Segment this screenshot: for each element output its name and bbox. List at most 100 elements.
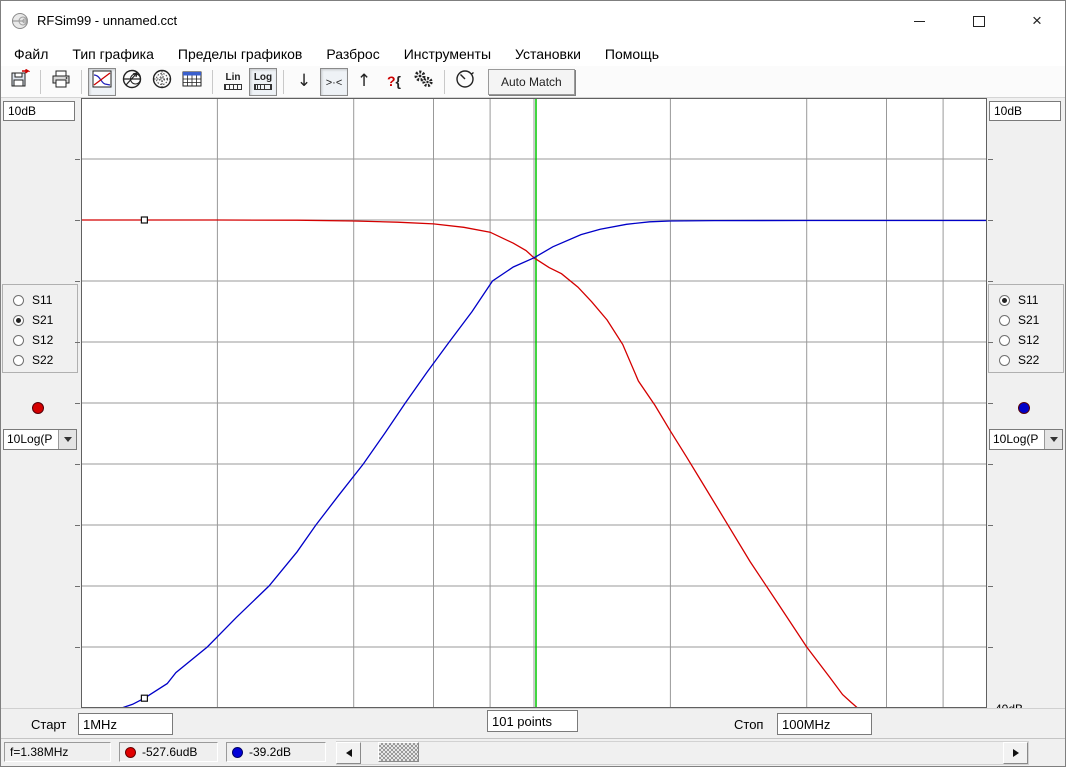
right-scale-input[interactable]: 10dB <box>989 101 1061 121</box>
table-icon <box>181 69 203 94</box>
menu-item-spread[interactable]: Разброс <box>317 43 388 65</box>
close-button[interactable]: × <box>1017 7 1057 35</box>
right-radio-s22[interactable]: S22 <box>989 350 1063 370</box>
spread-icon: >·< <box>326 73 343 91</box>
radio-icon <box>999 335 1010 346</box>
toolbar-separator <box>40 70 41 94</box>
plot-svg <box>81 98 987 708</box>
app-icon <box>11 12 29 30</box>
auto-match-button[interactable]: Auto Match <box>488 69 575 95</box>
query-values-button[interactable]: ?{ <box>380 68 408 96</box>
red-readout-value: -527.6udB <box>142 745 197 759</box>
right-axis-tick <box>988 464 993 465</box>
frequency-scrollbar-track[interactable] <box>336 741 1029 765</box>
right-radio-s11[interactable]: S11 <box>989 290 1063 310</box>
red-dot-icon <box>125 747 136 758</box>
toolbar-separator <box>212 70 213 94</box>
right-radio-s12[interactable]: S12 <box>989 330 1063 350</box>
log-scale-button-label: Log <box>254 73 272 83</box>
maximize-button[interactable] <box>959 7 999 35</box>
frequency-scrollbar-thumb[interactable] <box>378 742 419 762</box>
right-axis-tick <box>988 586 993 587</box>
left-radio-s12[interactable]: S12 <box>3 330 77 350</box>
radio-icon <box>999 315 1010 326</box>
left-radio-s22[interactable]: S22 <box>3 350 77 370</box>
start-frequency-input[interactable]: 1MHz <box>78 713 173 735</box>
radio-label: S21 <box>1018 313 1039 327</box>
menu-item-graph-type[interactable]: Тип графика <box>63 43 162 65</box>
app-window: RFSim99 - unnamed.cct × ФайлТип графикаП… <box>0 0 1066 767</box>
toolbar-separator <box>444 70 445 94</box>
left-axis-tick <box>75 159 80 160</box>
table-view-button[interactable] <box>178 68 206 96</box>
radio-label: S11 <box>32 293 52 307</box>
chevron-down-icon <box>1050 437 1058 442</box>
blue-dot-icon <box>232 747 243 758</box>
arrow-down-icon: ↓ <box>297 73 311 91</box>
left-radio-s21[interactable]: S21 <box>3 310 77 330</box>
stop-frequency-input[interactable]: 100MHz <box>777 713 872 735</box>
right-format-combo[interactable]: 10Log(P <box>989 429 1063 450</box>
plot-area[interactable] <box>81 98 987 708</box>
right-arrow-icon <box>1013 749 1019 757</box>
stop-label: Стоп <box>734 717 763 732</box>
right-format-dropdown-button[interactable] <box>1044 430 1062 449</box>
left-axis-tick <box>75 281 80 282</box>
left-format-dropdown-button[interactable] <box>58 430 76 449</box>
polar-chart-icon <box>151 68 173 95</box>
save-icon <box>10 69 30 94</box>
print-icon <box>51 69 71 94</box>
left-scale-input[interactable]: 10dB <box>3 101 75 121</box>
polar-chart-button[interactable] <box>148 68 176 96</box>
menu-item-help[interactable]: Помощь <box>596 43 668 65</box>
blue-readout-value: -39.2dB <box>249 745 291 759</box>
left-axis-tick <box>75 342 80 343</box>
menu-item-graph-limits[interactable]: Пределы графиков <box>169 43 311 65</box>
scroll-right-button[interactable] <box>1003 742 1028 764</box>
left-format-combo[interactable]: 10Log(P <box>3 429 77 450</box>
smith-chart-button[interactable] <box>118 68 146 96</box>
left-axis-tick <box>75 220 80 221</box>
left-axis-panel: 10dB S11 S21 S12S22 10Log(P <box>1 98 81 708</box>
left-axis-tick <box>75 586 80 587</box>
left-trace-color-dot <box>32 402 44 414</box>
status-bar: f=1.38MHz -527.6udB -39.2dB <box>1 738 1065 765</box>
toolbar-separator <box>81 70 82 94</box>
toolbar: Lin Log ↓ >·< ↑?{ Auto Match <box>1 66 1065 98</box>
maximize-icon <box>973 16 985 27</box>
minimize-button[interactable] <box>899 7 939 35</box>
start-label: Старт <box>31 717 66 732</box>
left-axis-tick <box>75 464 80 465</box>
right-axis-tick <box>988 220 993 221</box>
ruler-lin <box>224 84 242 90</box>
radio-label: S21 <box>32 313 53 327</box>
menu-item-file[interactable]: Файл <box>5 43 57 65</box>
points-input[interactable]: 101 points <box>487 710 578 732</box>
marker-down-button[interactable]: ↓ <box>290 68 318 96</box>
left-radio-s11[interactable]: S11 <box>3 290 77 310</box>
linear-scale-button[interactable]: Lin <box>219 68 247 96</box>
log-scale-button[interactable]: Log <box>249 68 277 96</box>
right-sparam-group: S11 S21 S12S22 <box>988 284 1064 373</box>
chevron-down-icon <box>64 437 72 442</box>
toolbar-separator <box>283 70 284 94</box>
right-radio-s21[interactable]: S21 <box>989 310 1063 330</box>
left-axis-tick <box>75 525 80 526</box>
marker-up-button[interactable]: ↑ <box>350 68 378 96</box>
simulate-clock-button[interactable] <box>451 68 479 96</box>
menu-item-tools[interactable]: Инструменты <box>395 43 500 65</box>
radio-icon <box>13 295 24 306</box>
save-export-button[interactable] <box>6 68 34 96</box>
scroll-left-button[interactable] <box>336 742 361 764</box>
components-gears-button[interactable] <box>410 68 438 96</box>
blue-trace-readout: -39.2dB <box>226 742 326 762</box>
linear-scale-button-label: Lin <box>226 73 241 83</box>
right-axis-tick <box>988 647 993 648</box>
radio-label: S11 <box>1018 293 1038 307</box>
marker-center-button[interactable]: >·< <box>320 68 348 96</box>
menu-item-settings[interactable]: Установки <box>506 43 590 65</box>
rectangular-chart-button[interactable] <box>88 68 116 96</box>
print-button[interactable] <box>47 68 75 96</box>
right-axis-tick <box>988 281 993 282</box>
right-axis-tick <box>988 159 993 160</box>
